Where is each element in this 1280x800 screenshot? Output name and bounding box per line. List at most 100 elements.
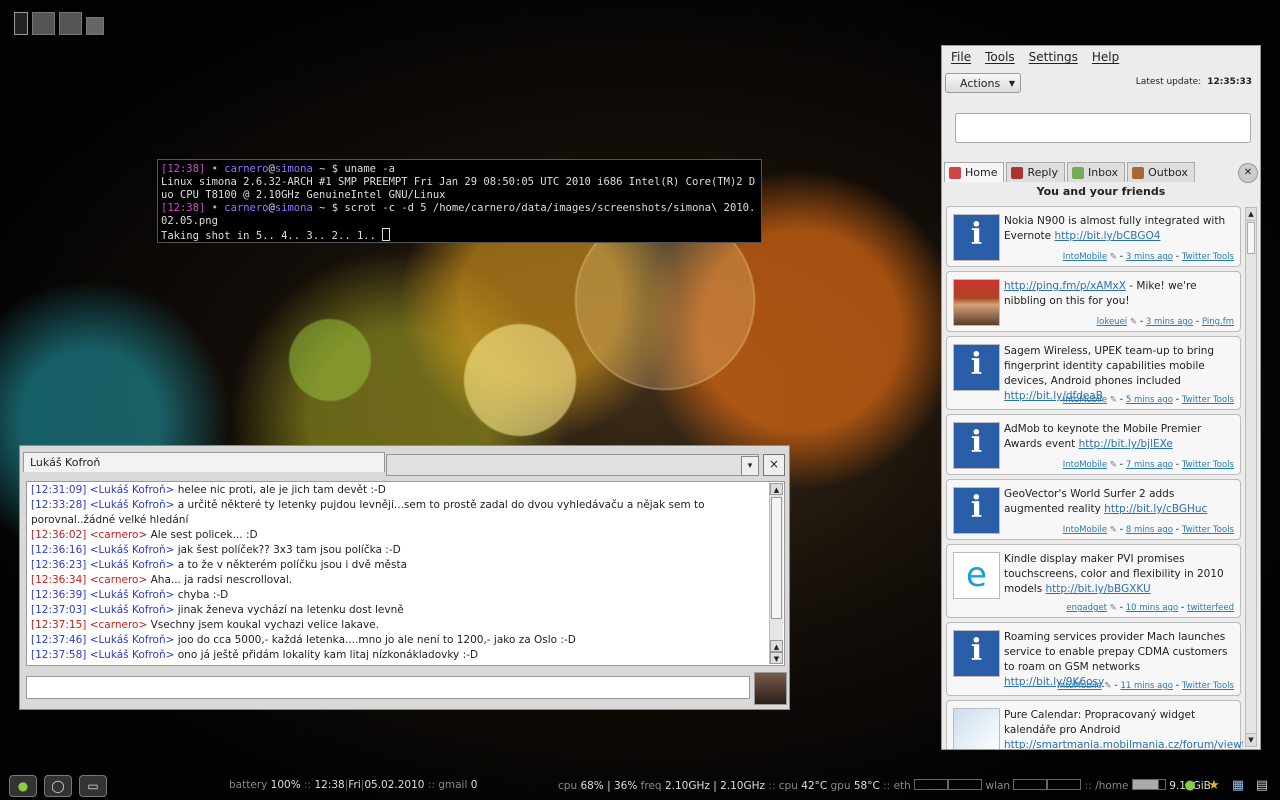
menu-settings[interactable]: Settings: [1029, 50, 1078, 70]
close-tab-icon[interactable]: ✕: [1238, 163, 1258, 183]
tweet-link[interactable]: http://bit.ly/bCBGO4: [1054, 230, 1160, 242]
tweet-time-link[interactable]: 10 mins ago: [1126, 603, 1178, 613]
star-icon[interactable]: ★: [1204, 775, 1224, 795]
workspace-1[interactable]: [14, 12, 28, 35]
reply-icon[interactable]: ✎: [1104, 681, 1111, 691]
menu-file[interactable]: File: [951, 50, 971, 70]
chat-tab[interactable]: Lukáš Kofroň: [23, 452, 385, 472]
chat-bubble-icon[interactable]: ◯: [44, 775, 72, 797]
tweet-user-link[interactable]: IntoMobile: [1063, 525, 1107, 535]
terminal-window[interactable]: [12:38] • carnero@simona ~ $ uname -a Li…: [157, 159, 762, 243]
scroll-up-arrow-icon[interactable]: ▲: [770, 483, 783, 495]
chat-log[interactable]: [12:31:09] <Lukáš Kofroň> helee nic prot…: [26, 481, 785, 666]
tweet-user-link[interactable]: IntoMobile: [1057, 681, 1101, 691]
tweet-item[interactable]: http://ping.fm/p/xAMxX - Mike! we're nib…: [946, 271, 1241, 332]
tweet-item[interactable]: i Nokia N900 is almost fully integrated w…: [946, 206, 1241, 267]
prompt-command: uname -a: [344, 163, 395, 175]
chat-message: [12:36:39] <Lukáš Kofroň> chyba :-D: [31, 588, 764, 603]
tab-reply[interactable]: Reply: [1006, 162, 1065, 182]
reply-icon[interactable]: ✎: [1130, 317, 1137, 327]
network-icon[interactable]: ▤: [1252, 775, 1272, 795]
tweet-time-link[interactable]: 8 mins ago: [1126, 525, 1173, 535]
tweet-item[interactable]: i AdMob to keynote the Mobile Premier Awa…: [946, 414, 1241, 475]
chat-message-input[interactable]: [26, 676, 750, 699]
clock-date: 05.02.2010: [364, 779, 425, 791]
tweet-list-scrollbar[interactable]: ▲ ▼: [1245, 207, 1257, 747]
info-avatar-icon[interactable]: i: [953, 422, 1000, 469]
workspace-pager[interactable]: [14, 12, 104, 35]
tweet-source-link[interactable]: Twitter Tools: [1182, 525, 1234, 535]
tweet-time-link[interactable]: 3 mins ago: [1146, 317, 1193, 327]
tweet-source-link[interactable]: Twitter Tools: [1182, 395, 1234, 405]
tab-home[interactable]: Home: [944, 162, 1005, 182]
workspace-4[interactable]: [86, 17, 104, 35]
scroll-up-arrow-icon[interactable]: ▲: [770, 640, 783, 652]
tweet-user-link[interactable]: IntoMobile: [1063, 395, 1107, 405]
menu-tools[interactable]: Tools: [985, 50, 1015, 70]
window-icon[interactable]: ▭: [79, 775, 107, 797]
tweet-item[interactable]: e Kindle display maker PVI promises touch…: [946, 544, 1241, 618]
tab-label: Reply: [1027, 166, 1058, 179]
status-input[interactable]: [955, 113, 1251, 143]
tweet-link[interactable]: http://bit.ly/cBGHuc: [1104, 503, 1207, 515]
scroll-thumb[interactable]: [1247, 222, 1255, 254]
tweet-source-link[interactable]: Twitter Tools: [1182, 681, 1234, 691]
tweet-link[interactable]: http://ping.fm/p/xAMxX: [1004, 280, 1126, 292]
close-tab-button[interactable]: ×: [763, 454, 785, 476]
message-timestamp: [12:37:15]: [31, 619, 87, 631]
scroll-thumb[interactable]: [771, 497, 782, 619]
tweet-list[interactable]: i Nokia N900 is almost fully integrated w…: [946, 206, 1243, 749]
message-text: helee nic proti, ale je jich tam devět :…: [177, 484, 386, 496]
reply-icon[interactable]: ✎: [1110, 395, 1117, 405]
tweet-source-link[interactable]: twitterfeed: [1187, 603, 1234, 613]
tweet-link[interactable]: http://smartmania.mobilmania.cz/forum/vi…: [1004, 739, 1243, 749]
reply-icon[interactable]: ✎: [1110, 252, 1117, 262]
user-avatar[interactable]: [953, 279, 1000, 326]
wlan-label: wlan: [985, 780, 1011, 792]
tweet-source-link[interactable]: Ping.fm: [1202, 317, 1234, 327]
tweet-link[interactable]: http://bit.ly/bjlEXe: [1079, 438, 1173, 450]
chat-message: [12:37:03] <Lukáš Kofroň> jinak ženeva v…: [31, 603, 764, 618]
reply-icon[interactable]: ✎: [1110, 525, 1117, 535]
tab-inbox[interactable]: Inbox: [1066, 162, 1126, 182]
info-avatar-icon[interactable]: i: [953, 487, 1000, 534]
info-avatar-icon[interactable]: i: [953, 214, 1000, 261]
twitter-client-window[interactable]: File Tools Settings Help Actions ▼ Latest…: [941, 45, 1261, 750]
tweet-item[interactable]: i GeoVector's World Surfer 2 adds augment…: [946, 479, 1241, 540]
tweet-item[interactable]: i Roaming services provider Mach launches…: [946, 622, 1241, 696]
tweet-user-link[interactable]: IntoMobile: [1063, 252, 1107, 262]
tweet-time-link[interactable]: 7 mins ago: [1126, 460, 1173, 470]
info-avatar-icon[interactable]: i: [953, 630, 1000, 677]
pidgin-tray-icon[interactable]: ●: [1180, 775, 1200, 795]
chat-window[interactable]: Lukáš Kofroň ▾ × [12:31:09] <Lukáš Kofro…: [19, 445, 790, 710]
cpu-temp: 42°C: [801, 780, 828, 792]
reply-icon[interactable]: ✎: [1110, 603, 1117, 613]
tweet-source-link[interactable]: Twitter Tools: [1182, 252, 1234, 262]
tweet-time-link[interactable]: 3 mins ago: [1126, 252, 1173, 262]
tweet-item[interactable]: Pure Calendar: Propracovaný widget kalen…: [946, 700, 1243, 749]
reply-icon[interactable]: ✎: [1110, 460, 1117, 470]
info-avatar-icon[interactable]: i: [953, 344, 1000, 391]
engadget-avatar-icon[interactable]: e: [953, 552, 1000, 599]
tweet-link[interactable]: http://bit.ly/bBGXKU: [1046, 583, 1151, 595]
workspace-3[interactable]: [59, 12, 82, 35]
tweet-item[interactable]: i Sagem Wireless, UPEK team-up to bring f…: [946, 336, 1241, 410]
tab-outbox[interactable]: Outbox: [1127, 162, 1195, 182]
calendar-icon[interactable]: ▦: [1228, 775, 1248, 795]
actions-button[interactable]: Actions ▼: [945, 73, 1021, 93]
workspace-2[interactable]: [32, 12, 55, 35]
scroll-up-arrow-icon[interactable]: ▲: [1246, 208, 1256, 221]
scroll-down-arrow-icon[interactable]: ▼: [770, 652, 783, 664]
tweet-time-link[interactable]: 5 mins ago: [1126, 395, 1173, 405]
pidgin-icon[interactable]: ●: [9, 775, 37, 797]
scroll-down-arrow-icon[interactable]: ▼: [1246, 733, 1256, 746]
calendar-avatar-icon[interactable]: [953, 708, 1000, 749]
chat-scrollbar[interactable]: ▲ ▲ ▼: [769, 483, 783, 664]
tweet-user-link[interactable]: IntoMobile: [1063, 460, 1107, 470]
tweet-source-link[interactable]: Twitter Tools: [1182, 460, 1234, 470]
menu-help[interactable]: Help: [1092, 50, 1119, 70]
tweet-time-link[interactable]: 11 mins ago: [1120, 681, 1172, 691]
tweet-user-link[interactable]: engadget: [1066, 603, 1107, 613]
tab-list-dropdown-button[interactable]: ▾: [741, 456, 759, 476]
tweet-user-link[interactable]: lokeuei: [1097, 317, 1127, 327]
